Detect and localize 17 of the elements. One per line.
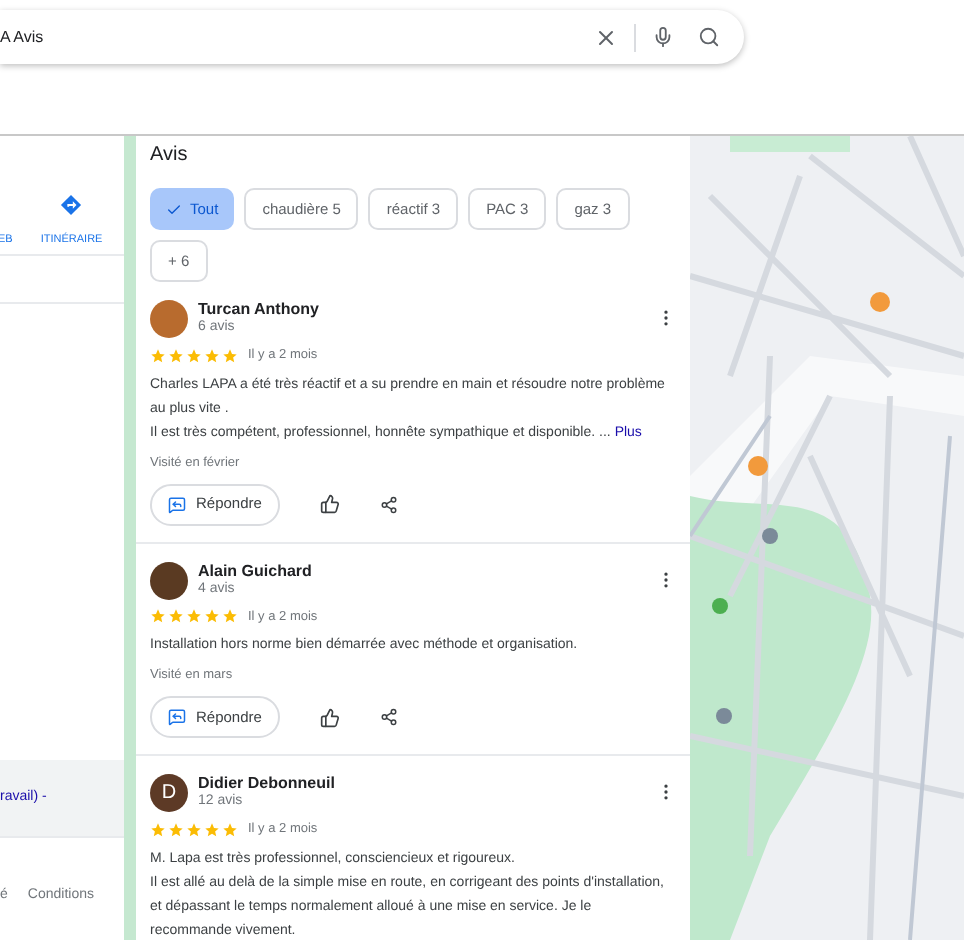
check-icon [166, 201, 182, 217]
share-icon[interactable] [379, 708, 398, 726]
microphone-icon[interactable] [652, 26, 674, 48]
like-icon[interactable] [319, 494, 340, 514]
reviewer-name[interactable]: Alain Guichard [198, 561, 646, 579]
clear-icon[interactable] [594, 25, 618, 49]
directions-icon [60, 193, 83, 216]
like-icon[interactable] [319, 707, 340, 727]
search-field[interactable]: A Avis [0, 10, 744, 64]
reviewer-name[interactable]: Turcan Anthony [198, 300, 646, 318]
reply-icon [168, 495, 186, 513]
avatar: D [150, 774, 188, 812]
search-icon[interactable] [698, 26, 720, 48]
reply-icon [168, 708, 186, 726]
reviewer-name[interactable]: Didier Debonneuil [198, 774, 646, 792]
reviews-heading: Avis [150, 142, 190, 170]
share-icon[interactable] [379, 495, 398, 513]
